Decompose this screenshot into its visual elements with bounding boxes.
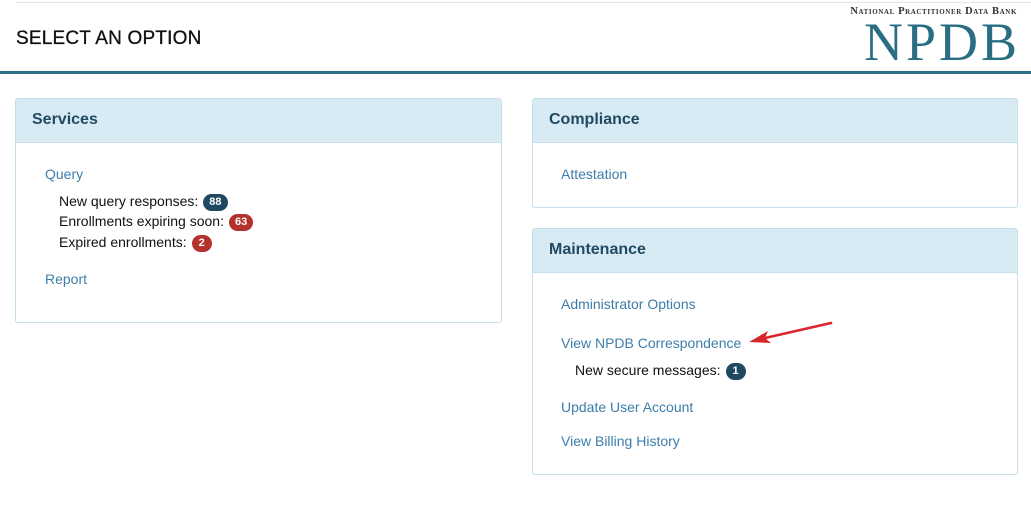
stat-new-query-responses: New query responses: 88	[59, 193, 228, 211]
report-link[interactable]: Report	[45, 271, 87, 287]
query-link[interactable]: Query	[45, 166, 83, 182]
compliance-panel-title: Compliance	[533, 99, 1017, 143]
update-user-account-link[interactable]: Update User Account	[561, 399, 693, 415]
secure-messages-label: New secure messages:	[575, 362, 721, 378]
maintenance-panel-title: Maintenance	[533, 229, 1017, 273]
count-badge: 2	[191, 235, 212, 252]
administrator-options-link[interactable]: Administrator Options	[561, 296, 696, 312]
view-billing-history-link[interactable]: View Billing History	[561, 433, 680, 449]
npdb-brand-logo: National Practitioner Data Bank NPDB	[835, 6, 1020, 72]
count-badge: 63	[228, 214, 254, 231]
services-panel: Services Query New query responses: 88 En…	[15, 98, 502, 323]
page-title: SELECT AN OPTION	[16, 28, 202, 49]
maintenance-panel: Maintenance Administrator Options View N…	[532, 228, 1018, 475]
red-pointer-arrow-icon	[749, 321, 833, 343]
view-npdb-correspondence-link[interactable]: View NPDB Correspondence	[561, 335, 741, 351]
services-panel-title: Services	[16, 99, 501, 143]
stat-label: Enrollments expiring soon:	[59, 213, 224, 229]
stat-label: Expired enrollments:	[59, 234, 187, 250]
stat-label: New query responses:	[59, 193, 199, 209]
brand-logo-text: NPDB	[863, 12, 1020, 72]
new-secure-messages: New secure messages: 1	[575, 362, 746, 380]
compliance-panel: Compliance Attestation	[532, 98, 1018, 208]
stat-expired-enrollments: Expired enrollments: 2	[59, 234, 212, 252]
count-badge: 88	[203, 194, 228, 211]
header-divider	[0, 71, 1031, 74]
stat-enrollments-expiring-soon: Enrollments expiring soon: 63	[59, 213, 254, 231]
count-badge: 1	[725, 363, 746, 380]
attestation-link[interactable]: Attestation	[561, 166, 627, 182]
top-rule	[16, 2, 1031, 3]
arrow-shaft	[763, 321, 833, 340]
